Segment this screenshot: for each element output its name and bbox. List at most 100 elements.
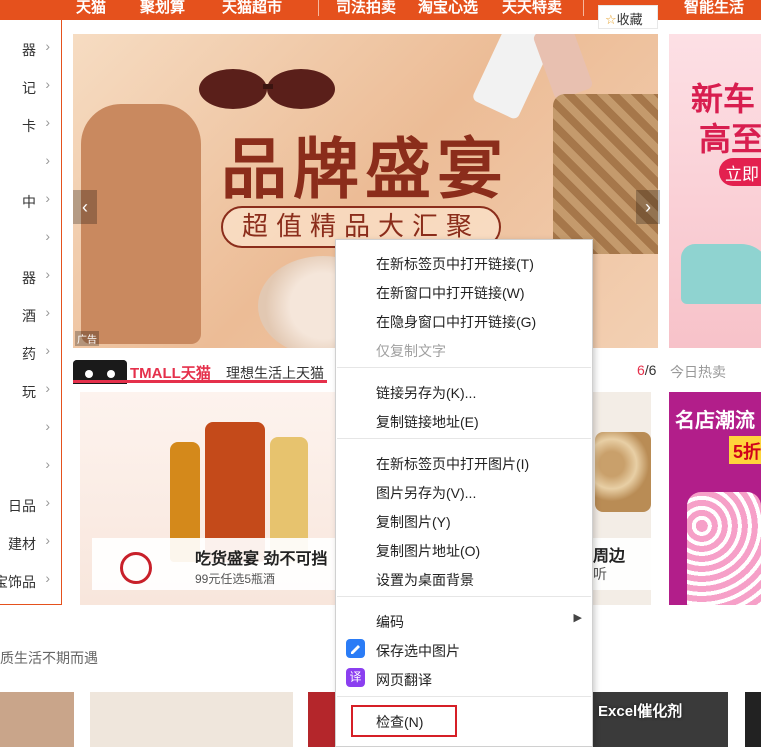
- nav-judicial-auction[interactable]: 司法拍卖: [336, 0, 396, 17]
- menu-item-open-link-new-window[interactable]: 在新窗口中打开链接(W): [336, 277, 592, 305]
- product-subline: 99元任选5瓶酒: [195, 572, 276, 586]
- category-item[interactable]: ›: [0, 220, 62, 258]
- product-card-fashion[interactable]: 名店潮流 5折: [669, 392, 761, 605]
- category-sidebar: 器 › 记 › 卡 › › 中 › › 器 › 酒 › 药 › 玩 › › › 日品 › 建材 › …: [0, 20, 62, 605]
- product-headline: 名店潮流: [675, 410, 755, 432]
- hot-sale-label: 今日热卖: [670, 364, 726, 380]
- chevron-right-icon: ›: [45, 190, 50, 206]
- menu-item-save-selected-image[interactable]: 保存选中图片: [336, 635, 592, 663]
- discount-badge: 5折: [729, 436, 761, 464]
- chevron-right-icon: ›: [45, 266, 50, 282]
- menu-divider: [337, 696, 591, 697]
- favorite-label: 收藏: [616, 12, 643, 27]
- category-item[interactable]: 卡 ›: [0, 106, 62, 144]
- chevron-right-icon: ›: [45, 380, 50, 396]
- watermark: Excel催化剂: [598, 703, 683, 720]
- thumbnail-image[interactable]: [745, 692, 761, 747]
- menu-item-copy-image[interactable]: 复制图片(Y): [336, 506, 592, 534]
- context-menu: 在新标签页中打开链接(T) 在新窗口中打开链接(W) 在隐身窗口中打开链接(G)…: [335, 239, 593, 747]
- thumbnail-image[interactable]: [308, 692, 335, 747]
- chevron-right-icon: ›: [45, 76, 50, 92]
- page-total: /6: [644, 362, 657, 378]
- chevron-right-icon: ›: [45, 152, 50, 168]
- nuts-image: [595, 432, 651, 512]
- thumbnail-image[interactable]: [0, 692, 74, 747]
- sunglasses-image: [199, 69, 335, 109]
- side-banner-button[interactable]: 立即: [719, 158, 761, 186]
- nav-divider: [318, 0, 319, 16]
- menu-item-open-image-new-tab[interactable]: 在新标签页中打开图片(I): [336, 448, 592, 476]
- thumbnail-image[interactable]: [90, 692, 293, 747]
- handbag-image: [553, 94, 658, 254]
- category-item[interactable]: 器 ›: [0, 30, 62, 68]
- shirt-image: [687, 492, 761, 605]
- nav-tmall-supermarket[interactable]: 天猫超市: [222, 0, 282, 17]
- ad-label: 广告: [75, 331, 99, 346]
- star-icon: ☆: [605, 12, 617, 27]
- carousel-page-indicator: 6/6: [637, 362, 656, 378]
- chevron-right-icon: ›: [45, 304, 50, 320]
- menu-item-save-link-as[interactable]: 链接另存为(K)...: [336, 377, 592, 405]
- chevron-right-icon: ›: [45, 38, 50, 54]
- translate-icon: 译: [346, 668, 365, 687]
- category-item[interactable]: 日品 ›: [0, 486, 62, 524]
- menu-item-save-image-as[interactable]: 图片另存为(V)...: [336, 477, 592, 505]
- chevron-right-icon: ›: [45, 418, 50, 434]
- menu-item-encoding[interactable]: 编码 ▶: [336, 606, 592, 634]
- carousel-prev-button[interactable]: ‹: [73, 190, 97, 224]
- side-banner-line2: 高至: [699, 121, 761, 157]
- nav-taobao-xinxuan[interactable]: 淘宝心选: [418, 0, 478, 17]
- cosmetic-tube-image: [532, 34, 594, 101]
- category-item[interactable]: 宝饰品 ›: [0, 562, 62, 600]
- trench-coat-image: [81, 104, 201, 344]
- brand-seal-icon: [120, 552, 152, 584]
- chevron-right-icon: ›: [45, 228, 50, 244]
- section-label: 质生活不期而遇: [0, 650, 98, 666]
- nav-daily-sale[interactable]: 天天特卖: [502, 0, 562, 17]
- menu-item-set-desktop-background[interactable]: 设置为桌面背景: [336, 564, 592, 592]
- banner-headline: 品牌盛宴: [221, 130, 509, 208]
- category-item[interactable]: 药 ›: [0, 334, 62, 372]
- carousel-next-button[interactable]: ›: [636, 190, 660, 224]
- nav-divider: [583, 0, 584, 16]
- menu-item-copy-image-address[interactable]: 复制图片地址(O): [336, 535, 592, 563]
- favorite-button[interactable]: ☆收藏: [598, 5, 658, 29]
- category-item[interactable]: 建材 ›: [0, 524, 62, 562]
- tmall-underline: [73, 380, 327, 383]
- submenu-arrow-icon: ▶: [573, 612, 582, 624]
- category-item[interactable]: ›: [0, 410, 62, 448]
- category-item[interactable]: 中 ›: [0, 182, 62, 220]
- category-item[interactable]: 记 ›: [0, 68, 62, 106]
- product-subline: 听: [593, 566, 607, 582]
- chevron-right-icon: ›: [45, 114, 50, 130]
- side-banner[interactable]: 新车 高至 立即: [669, 34, 761, 348]
- menu-item-open-link-new-tab[interactable]: 在新标签页中打开链接(T): [336, 248, 592, 276]
- menu-item-translate-page[interactable]: 译网页翻译: [336, 664, 592, 692]
- menu-item-copy-link-address[interactable]: 复制链接地址(E): [336, 406, 592, 434]
- category-item[interactable]: ›: [0, 144, 62, 182]
- chevron-right-icon: ›: [45, 456, 50, 472]
- save-image-icon: [346, 639, 365, 658]
- product-card-snacks[interactable]: 周边 听: [585, 392, 651, 605]
- car-image: [681, 244, 761, 304]
- nav-smart-life[interactable]: 智能生活: [684, 0, 744, 17]
- menu-divider: [337, 438, 591, 439]
- inspect-highlight-box: [351, 705, 457, 737]
- nav-tmall[interactable]: 天猫: [76, 0, 106, 17]
- product-headline: 周边: [593, 548, 626, 565]
- page-current: 6: [637, 362, 645, 378]
- category-item[interactable]: 玩 ›: [0, 372, 62, 410]
- category-item[interactable]: ›: [0, 448, 62, 486]
- chevron-left-icon: ‹: [82, 197, 88, 217]
- category-item[interactable]: 器 ›: [0, 258, 62, 296]
- chevron-right-icon: ›: [45, 532, 50, 548]
- menu-divider: [337, 367, 591, 368]
- menu-divider: [337, 596, 591, 597]
- product-card-liquor[interactable]: 吃货盛宴 劲不可挡 99元任选5瓶酒: [80, 392, 342, 605]
- menu-item-open-link-incognito[interactable]: 在隐身窗口中打开链接(G): [336, 306, 592, 334]
- nav-juhuasuan[interactable]: 聚划算: [140, 0, 185, 17]
- product-headline: 吃货盛宴 劲不可挡: [195, 551, 328, 568]
- chevron-right-icon: ›: [645, 197, 651, 217]
- category-item[interactable]: 酒 ›: [0, 296, 62, 334]
- chevron-right-icon: ›: [45, 570, 50, 586]
